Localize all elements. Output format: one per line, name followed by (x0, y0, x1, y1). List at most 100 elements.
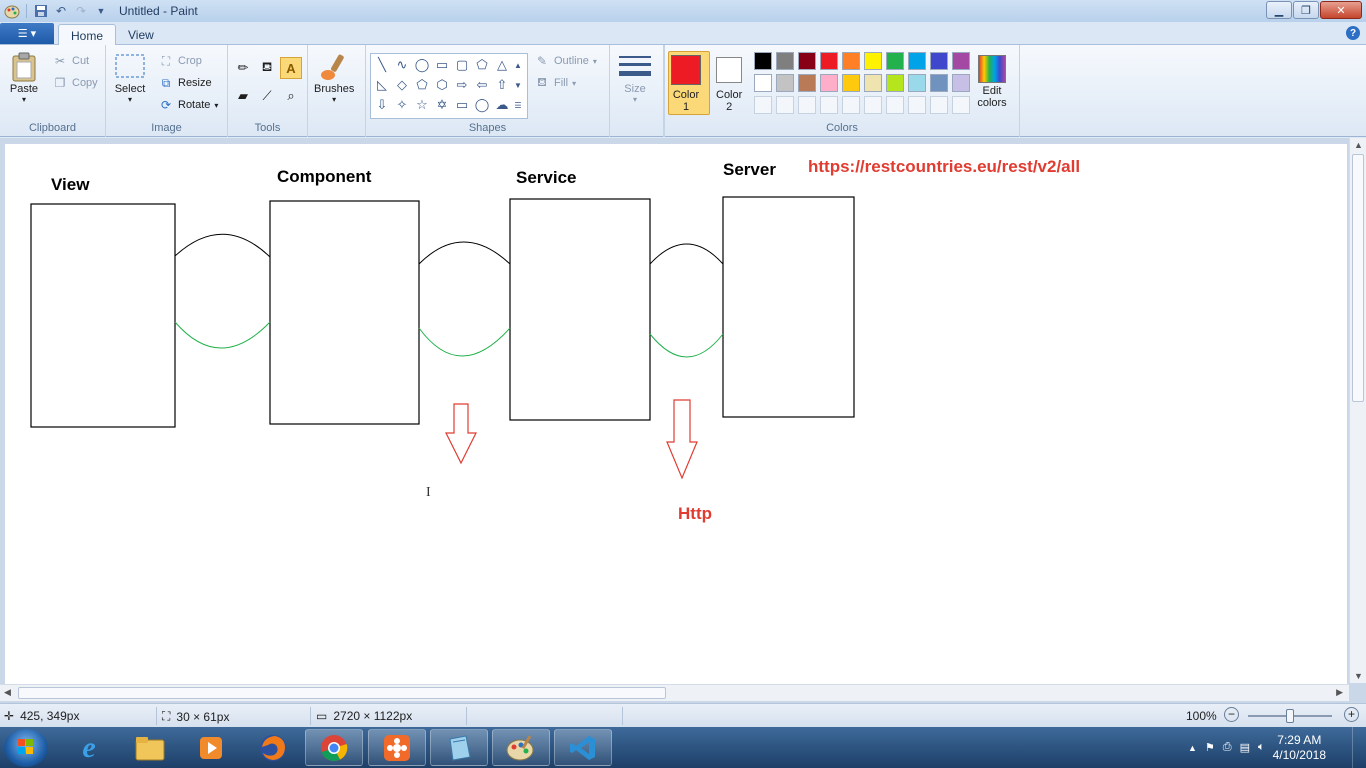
zoom-slider[interactable] (1248, 709, 1332, 723)
custom-color-slot[interactable] (776, 96, 794, 114)
rounded-rectangle-shape-icon[interactable]: ▢ (452, 55, 472, 75)
palette-swatch[interactable] (842, 74, 860, 92)
up-arrow-shape-icon[interactable]: ⇧ (492, 75, 512, 95)
shapes-scroll-down-icon[interactable]: ▼ (511, 75, 525, 95)
line-shape-icon[interactable]: ╲ (372, 55, 392, 75)
taskbar-firefox[interactable] (244, 729, 302, 766)
pencil-icon[interactable]: ✏ (232, 57, 254, 79)
crop-button[interactable]: ⛶ Crop (158, 51, 202, 71)
edit-colors-button[interactable]: Edit colors (976, 53, 1008, 109)
vertical-scroll-thumb[interactable] (1352, 154, 1364, 402)
vertical-scrollbar[interactable]: ▲ ▼ (1349, 138, 1366, 683)
down-arrow-shape-icon[interactable]: ⇩ (372, 95, 392, 115)
redo-icon[interactable]: ↷ (71, 1, 91, 21)
diamond-shape-icon[interactable]: ◇ (392, 75, 412, 95)
palette-swatch[interactable] (886, 52, 904, 70)
action-center-flag-icon[interactable]: ⚑ (1205, 741, 1215, 754)
horizontal-scrollbar[interactable]: ◀ ▶ (0, 684, 1349, 701)
zoom-in-button[interactable]: + (1344, 707, 1359, 722)
minimize-button[interactable]: ▁ (1266, 1, 1292, 19)
curve-shape-icon[interactable]: ∿ (392, 55, 412, 75)
palette-swatch[interactable] (930, 52, 948, 70)
show-desktop-button[interactable] (1352, 727, 1366, 768)
outline-button[interactable]: ✎ Outline ▾ (534, 51, 597, 71)
custom-color-slot[interactable] (930, 96, 948, 114)
polygon-shape-icon[interactable]: ⬠ (472, 55, 492, 75)
paste-button[interactable]: Paste ▾ (8, 51, 40, 104)
six-point-star-shape-icon[interactable]: ✡ (432, 95, 452, 115)
right-arrow-shape-icon[interactable]: ⇨ (452, 75, 472, 95)
palette-swatch[interactable] (798, 52, 816, 70)
palette-swatch[interactable] (754, 74, 772, 92)
palette-swatch[interactable] (886, 74, 904, 92)
rectangle-shape-icon[interactable]: ▭ (432, 55, 452, 75)
palette-swatch[interactable] (754, 52, 772, 70)
color2-button[interactable]: Color 2 (716, 55, 742, 113)
fill-bucket-icon[interactable]: ⛾ (256, 57, 278, 79)
custom-color-slot[interactable] (820, 96, 838, 114)
taskbar-notepad[interactable] (430, 729, 488, 766)
help-icon[interactable]: ? (1346, 26, 1360, 40)
rect-callout-shape-icon[interactable]: ▭ (452, 95, 472, 115)
resize-button[interactable]: ⧉ Resize (158, 73, 212, 93)
maximize-button[interactable]: ❐ (1293, 1, 1319, 19)
volume-icon[interactable]: 🔈︎ (1258, 741, 1265, 754)
palette-swatch[interactable] (864, 52, 882, 70)
paint-app-icon[interactable] (2, 1, 22, 21)
custom-color-slot[interactable] (908, 96, 926, 114)
triangle-shape-icon[interactable]: △ (492, 55, 512, 75)
five-point-star-shape-icon[interactable]: ☆ (412, 95, 432, 115)
close-button[interactable]: ✕ (1320, 1, 1362, 19)
palette-swatch[interactable] (842, 52, 860, 70)
show-hidden-icons-icon[interactable]: ▲ (1188, 743, 1197, 753)
clock[interactable]: 7:29 AM 4/10/2018 (1273, 733, 1326, 763)
taskbar-file-explorer[interactable] (121, 729, 179, 766)
custom-color-slot[interactable] (754, 96, 772, 114)
color1-button[interactable]: Color 1 (671, 55, 701, 113)
drawing-canvas[interactable]: I View Component Service Server https://… (5, 144, 1347, 684)
palette-swatch[interactable] (908, 52, 926, 70)
taskbar-vscode[interactable] (554, 729, 612, 766)
palette-swatch[interactable] (820, 74, 838, 92)
device-icon[interactable]: ⎙ (1223, 741, 1232, 754)
custom-color-slot[interactable] (842, 96, 860, 114)
paint-menu-button[interactable]: ☰ ▾ (0, 23, 54, 44)
magnifier-icon[interactable]: ⌕ (280, 85, 302, 107)
taskbar-paint[interactable] (492, 729, 550, 766)
horizontal-scroll-thumb[interactable] (18, 687, 666, 699)
palette-swatch[interactable] (820, 52, 838, 70)
hexagon-shape-icon[interactable]: ⬡ (432, 75, 452, 95)
custom-color-slot[interactable] (886, 96, 904, 114)
pentagon-shape-icon[interactable]: ⬠ (412, 75, 432, 95)
custom-color-slot[interactable] (952, 96, 970, 114)
eraser-icon[interactable]: ▰ (232, 85, 254, 107)
save-icon[interactable] (31, 1, 51, 21)
palette-swatch[interactable] (908, 74, 926, 92)
zoom-slider-thumb[interactable] (1286, 709, 1294, 723)
undo-icon[interactable]: ↶ (51, 1, 71, 21)
zoom-out-button[interactable]: − (1224, 707, 1239, 722)
oval-callout-shape-icon[interactable]: ◯ (472, 95, 492, 115)
scroll-up-arrow-icon[interactable]: ▲ (1354, 140, 1363, 150)
cut-button[interactable]: ✂ Cut (52, 51, 89, 71)
palette-swatch[interactable] (952, 52, 970, 70)
color-picker-icon[interactable]: ⟋ (256, 85, 278, 107)
size-button[interactable]: Size ▾ (619, 51, 651, 104)
oval-shape-icon[interactable]: ◯ (412, 55, 432, 75)
taskbar-chrome[interactable] (305, 729, 363, 766)
palette-swatch[interactable] (776, 52, 794, 70)
custom-color-slot[interactable] (798, 96, 816, 114)
left-arrow-shape-icon[interactable]: ⇦ (472, 75, 492, 95)
taskbar-flower-app[interactable] (368, 729, 426, 766)
palette-swatch[interactable] (952, 74, 970, 92)
fill-button[interactable]: ⛾ Fill ▾ (534, 73, 576, 93)
right-triangle-shape-icon[interactable]: ◺ (372, 75, 392, 95)
start-button[interactable] (4, 729, 48, 767)
scroll-left-arrow-icon[interactable]: ◀ (4, 687, 11, 698)
brushes-button[interactable]: Brushes ▾ (314, 51, 354, 104)
select-button[interactable]: Select ▾ (114, 51, 146, 104)
customize-quick-access-icon[interactable]: ▼ (91, 1, 111, 21)
palette-swatch[interactable] (864, 74, 882, 92)
taskbar-internet-explorer[interactable]: e (60, 729, 118, 766)
copy-button[interactable]: ❐ Copy (52, 73, 98, 93)
